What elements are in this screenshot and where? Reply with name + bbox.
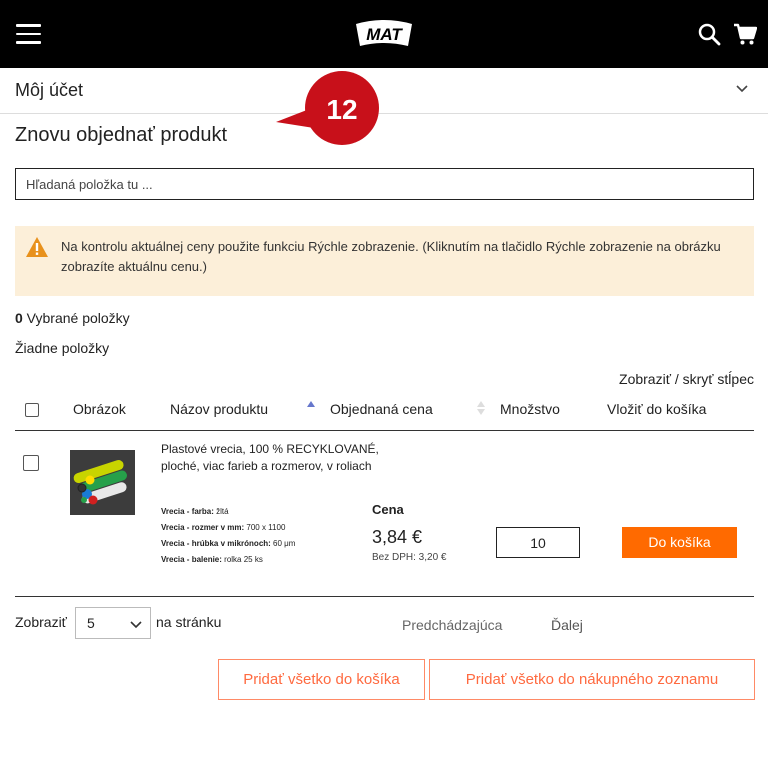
selected-items-count: 0 Vybrané položky <box>15 310 130 326</box>
product-attributes: Vrecia - farba: žltá Vrecia - rozmer v m… <box>161 504 295 568</box>
column-header-price[interactable]: Objednaná cena <box>330 401 433 417</box>
page-title: Znovu objednať produkt <box>15 124 228 146</box>
attribute-value: rolka 25 ks <box>224 555 263 564</box>
attribute-row: Vrecia - hrúbka v mikrónoch: 60 μm <box>161 536 295 552</box>
row-checkbox[interactable] <box>23 455 39 471</box>
menu-icon[interactable] <box>16 24 41 44</box>
selected-count-number: 0 <box>15 310 23 326</box>
warning-icon <box>26 237 48 257</box>
product-name[interactable]: Plastové vrecia, 100 % RECYKLOVANÉ, ploc… <box>161 441 381 475</box>
price-without-vat: Bez DPH: 3,20 € <box>372 552 447 563</box>
chevron-down-icon <box>130 621 142 629</box>
previous-page-link[interactable]: Predchádzajúca <box>402 617 502 633</box>
table-row: Plastové vrecia, 100 % RECYKLOVANÉ, ploc… <box>15 431 754 597</box>
table-header: Obrázok Názov produktu Objednaná cena Mn… <box>15 390 754 431</box>
attribute-row: Vrecia - balenie: rolka 25 ks <box>161 552 295 568</box>
alert-message: Na kontrolu aktuálnej ceny použite funkc… <box>61 239 721 274</box>
toggle-columns-link[interactable]: Zobraziť / skryť stĺpec <box>619 371 754 387</box>
sort-ascending-icon[interactable] <box>307 401 315 407</box>
attribute-key: Vrecia - rozmer v mm: <box>161 523 245 532</box>
selected-count-label: Vybrané položky <box>22 310 130 326</box>
column-header-add-to-cart: Vložiť do košíka <box>607 401 707 417</box>
attribute-key: Vrecia - hrúbka v mikrónoch: <box>161 539 271 548</box>
search-input[interactable] <box>15 168 754 200</box>
per-page-label: Zobraziť <box>15 614 67 630</box>
add-all-to-cart-button[interactable]: Pridať všetko do košíka <box>218 659 425 700</box>
next-page-link[interactable]: Ďalej <box>551 617 583 633</box>
price-value: 3,84 € <box>372 527 423 547</box>
account-section-header[interactable]: Môj účet <box>0 68 768 114</box>
product-image[interactable] <box>70 450 135 515</box>
column-header-name[interactable]: Názov produktu <box>170 401 268 417</box>
attribute-row: Vrecia - rozmer v mm: 700 x 1100 <box>161 520 295 536</box>
per-page-select[interactable]: 5 <box>75 607 151 639</box>
add-all-to-shopping-list-button[interactable]: Pridať všetko do nákupného zoznamu <box>429 659 755 700</box>
sort-icon[interactable] <box>477 401 485 415</box>
attribute-key: Vrecia - farba: <box>161 507 214 516</box>
attribute-value: 700 x 1100 <box>246 523 286 532</box>
attribute-value: žltá <box>216 507 229 516</box>
mat-logo[interactable]: MAT <box>352 16 416 50</box>
attribute-value: 60 μm <box>273 539 296 548</box>
add-to-cart-button[interactable]: Do košíka <box>622 527 737 558</box>
attribute-row: Vrecia - farba: žltá <box>161 504 295 520</box>
column-header-image: Obrázok <box>73 401 126 417</box>
quantity-input[interactable] <box>496 527 580 558</box>
attribute-key: Vrecia - balenie: <box>161 555 222 564</box>
cart-icon[interactable] <box>733 22 757 46</box>
account-title: Môj účet <box>15 80 84 100</box>
price-info-alert: Na kontrolu aktuálnej ceny použite funkc… <box>15 226 754 296</box>
callout-number: 12 <box>326 94 358 125</box>
no-items-text: Žiadne položky <box>15 340 110 356</box>
search-icon[interactable] <box>697 22 721 46</box>
column-header-quantity: Množstvo <box>500 401 560 417</box>
select-all-checkbox[interactable] <box>25 403 39 417</box>
svg-text:MAT: MAT <box>366 25 403 44</box>
per-page-value: 5 <box>87 615 95 631</box>
per-page-suffix: na stránku <box>156 614 222 630</box>
chevron-down-icon[interactable] <box>735 82 749 96</box>
price-label: Cena <box>372 502 404 517</box>
top-navigation-bar: MAT <box>0 0 768 68</box>
